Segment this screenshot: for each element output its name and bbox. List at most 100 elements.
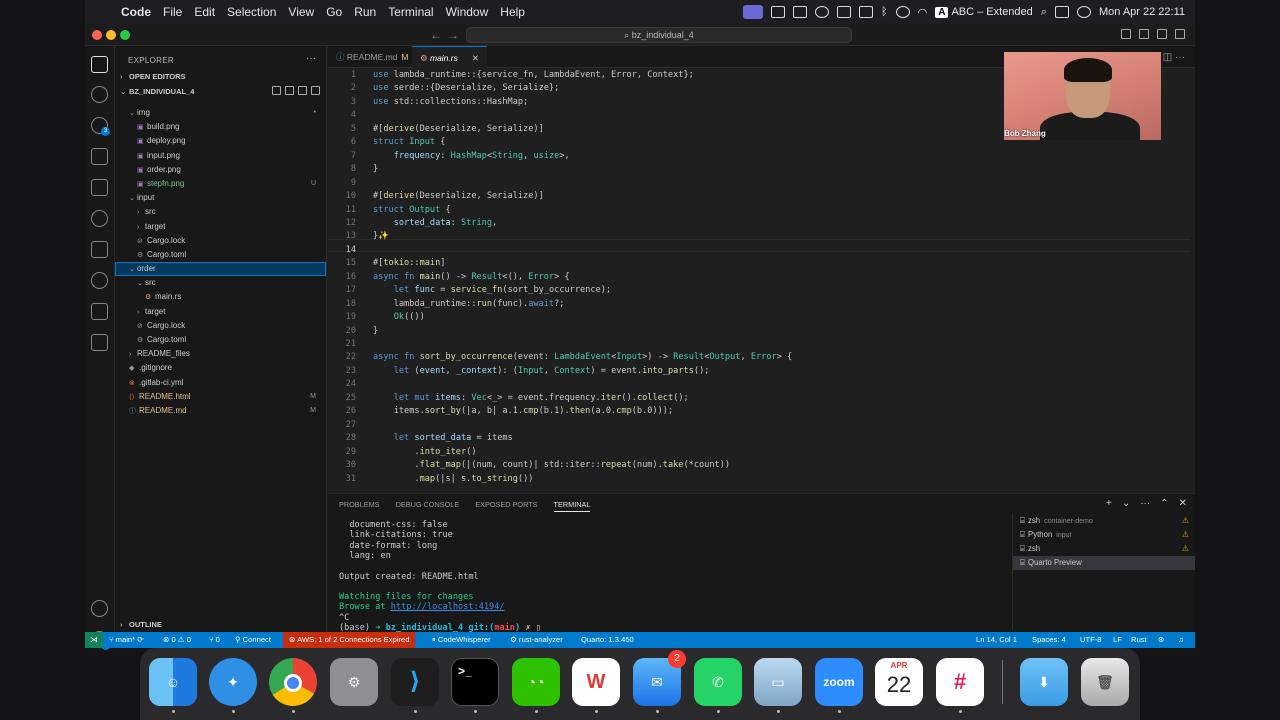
code-line[interactable]: Ok(()) [373,312,425,322]
aws-status[interactable]: ⊗ AWS: 1 of 2 Connections Expired [283,632,416,648]
code-line[interactable]: #[derive(Deserialize, Serialize)] [373,124,544,134]
tree-item[interactable]: ▣ deploy.png [115,134,326,148]
codewhisperer-status[interactable]: ⏸ CodeWhisperer [432,632,491,648]
tree-item[interactable]: ⓘ README.md M [115,404,326,418]
remote-indicator-icon[interactable]: ⋊ [85,632,103,648]
menu-view[interactable]: View [282,5,320,19]
terminal-app-icon[interactable]: >_ [451,658,499,706]
more-actions-icon[interactable]: ··· [306,53,316,64]
code-line[interactable]: #[tokio::main] [373,258,445,268]
browse-url-link[interactable]: http://localhost:4194/ [391,602,505,612]
spotlight-icon[interactable]: ⌕ [1041,6,1047,19]
cloud-icon[interactable] [793,6,807,18]
tree-item[interactable]: ⌄ src [115,276,326,290]
wifi-icon[interactable]: ◠ [918,6,928,19]
chrome-icon[interactable] [269,658,317,706]
control-center-icon[interactable] [1054,6,1069,18]
tree-item[interactable]: ⌄ input [115,191,326,205]
editor-actions-icon[interactable]: ◫ ··· [1163,52,1185,63]
quarto-status[interactable]: Quarto: 1.3.450 [581,632,634,648]
connect-status[interactable]: ⚲ Connect [235,632,271,648]
code-line[interactable]: struct Input { [373,137,445,147]
finder-icon[interactable]: ☺ [149,658,197,706]
toggle-panel-icon[interactable] [1139,29,1149,39]
tree-item[interactable]: ⊘ Cargo.lock [115,319,326,333]
code-line[interactable]: items.sort_by(|a, b| a.1.cmp(b.1).then(a… [373,406,673,416]
tab-terminal[interactable]: TERMINAL [553,500,591,512]
menu-selection[interactable]: Selection [221,5,282,19]
language-status[interactable]: Rust [1131,632,1147,648]
calendar-icon[interactable]: APR 22 [875,658,923,706]
code-line[interactable]: let mut items: Vec<_> = event.frequency.… [373,393,689,403]
command-center[interactable]: ⌕ bz_individual_4 [466,27,852,43]
menu-edit[interactable]: Edit [188,5,221,19]
trash-icon[interactable]: 🗑 [1081,658,1129,706]
close-panel-icon[interactable]: ✕ [1179,498,1187,509]
tree-item[interactable]: ▣ stepfn.png U [115,177,326,191]
terminal-list-item[interactable]: ⌸ zsh ⚠ [1013,542,1195,556]
tree-item[interactable]: ⊘ Cargo.lock [115,234,326,248]
record-icon[interactable] [895,6,910,18]
battery-icon[interactable] [837,6,851,18]
comments-icon[interactable] [91,334,108,351]
outline-section[interactable]: › OUTLINE [120,620,162,629]
car-icon[interactable] [859,6,873,18]
vscode-icon[interactable]: ⟩ [391,658,439,706]
maximize-window-button[interactable] [120,30,130,40]
code-line[interactable]: .flat_map(|(num, count)| std::iter::repe… [373,460,730,470]
tree-item[interactable]: ⌄ img • [115,106,326,120]
eol-status[interactable]: LF [1113,632,1122,648]
tree-item[interactable]: › target [115,220,326,234]
code-line[interactable]: } [373,326,378,336]
tree-item[interactable]: › README_files [115,347,326,361]
code-line[interactable]: let sorted_data = items [373,433,513,443]
wechat-dock-icon[interactable]: ◔◔ [512,658,560,706]
account-icon[interactable] [91,600,108,617]
tree-item[interactable]: ⚙ Cargo.toml [115,248,326,262]
input-source[interactable]: A ABC – Extended [935,6,1033,18]
tab-readme[interactable]: ⓘ README.md M [328,46,417,68]
back-arrow-icon[interactable]: ← [430,28,442,42]
explorer-icon[interactable] [91,56,108,73]
wps-icon[interactable] [771,6,785,18]
tree-item[interactable]: ⌄ order [115,262,326,277]
bluetooth-icon[interactable]: ᛒ [881,6,888,18]
open-editors-section[interactable]: › OPEN EDITORS [120,72,186,81]
menu-file[interactable]: File [157,5,188,19]
code-line[interactable]: sorted_data: String, [373,218,498,228]
system-settings-icon[interactable]: ⚙ [330,658,378,706]
code-line[interactable]: lambda_runtime::run(func).await?; [373,299,565,309]
rust-analyzer-status[interactable]: ⚙ rust-analyzer [510,632,563,648]
encoding-status[interactable]: UTF-8 [1080,632,1102,648]
indentation-status[interactable]: Spaces: 4 [1032,632,1066,648]
code-line[interactable]: let (event, _context): (Input, Context) … [373,366,710,376]
problems-status[interactable]: ⊗ 0 ⚠ 0 [163,632,191,648]
tree-item[interactable]: ⚙ Cargo.toml [115,333,326,347]
forward-arrow-icon[interactable]: → [447,28,459,42]
menubar-clock[interactable]: Mon Apr 22 22:11 [1099,6,1185,18]
wps-office-icon[interactable]: W [572,658,620,706]
wechat-icon[interactable] [815,6,829,18]
toggle-sidebar-icon[interactable] [1121,29,1131,39]
branch-status[interactable]: ⑂ main* ⟳ [109,632,144,648]
menu-help[interactable]: Help [494,5,531,19]
tree-item[interactable]: › target [115,305,326,319]
terminal-list-item[interactable]: ⌸ zsh container-demo ⚠ [1013,514,1195,528]
code-line[interactable]: }✨ [373,231,389,241]
siri-icon[interactable] [1076,6,1091,18]
tab-debug-console[interactable]: DEBUG CONSOLE [396,500,460,512]
tree-item[interactable]: ▣ order.png [115,163,326,177]
tree-item[interactable]: › src [115,205,326,219]
project-section[interactable]: ⌄ BZ_INDIVIDUAL_4 [120,87,194,96]
code-line[interactable]: async fn main() -> Result<(), Error> { [373,272,570,282]
ports-status[interactable]: ⑂ 0 [209,632,220,648]
tab-exposed-ports[interactable]: EXPOSED PORTS [475,500,537,512]
code-line[interactable]: struct Output { [373,205,451,215]
tab-problems[interactable]: PROBLEMS [339,500,380,512]
new-folder-icon[interactable] [285,86,294,95]
code-line[interactable]: } [373,164,378,174]
code-line[interactable]: #[derive(Deserialize, Serialize)] [373,191,544,201]
menu-app[interactable]: Code [115,5,157,19]
new-file-icon[interactable] [272,86,281,95]
code-line[interactable]: .into_iter() [373,447,476,457]
